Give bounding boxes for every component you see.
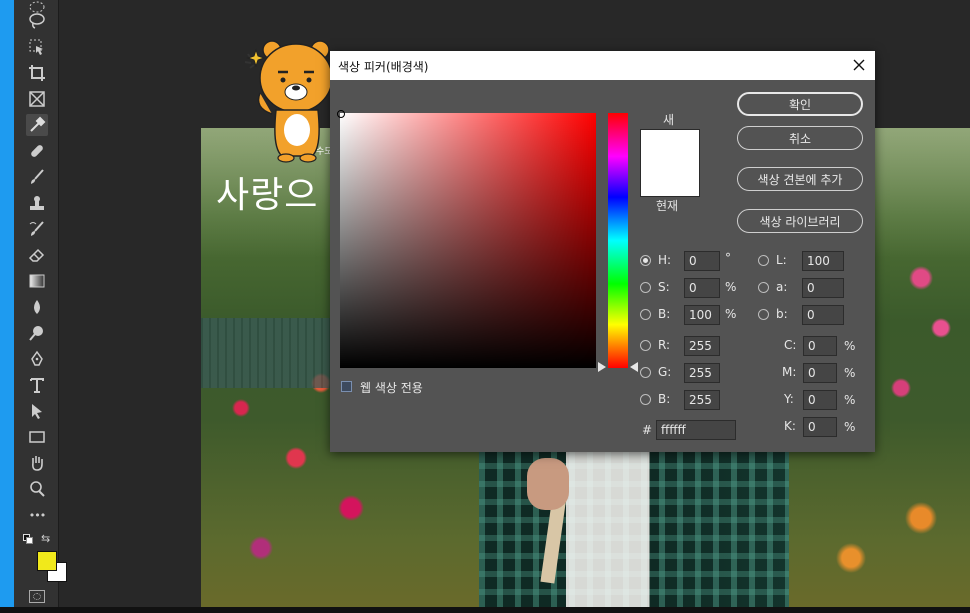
web-colors-only-label: 웹 색상 전용: [360, 381, 423, 395]
bottom-edge: [0, 607, 970, 613]
input-y[interactable]: 0: [803, 390, 837, 410]
history-brush-tool-icon[interactable]: [26, 218, 48, 240]
brush-tool-icon[interactable]: [26, 166, 48, 188]
eraser-tool-icon[interactable]: [26, 244, 48, 266]
label-g: G:: [658, 365, 672, 379]
healing-brush-tool-icon[interactable]: [26, 140, 48, 162]
swap-colors-icon[interactable]: ⇆: [41, 532, 50, 545]
input-s[interactable]: 0: [684, 278, 720, 298]
radio-g[interactable]: [640, 367, 651, 378]
label-k: K:: [784, 419, 796, 433]
radio-lab-b[interactable]: [758, 309, 769, 320]
lasso-tool-icon[interactable]: [26, 10, 48, 32]
hue-slider[interactable]: [608, 113, 628, 368]
hand-tool-icon[interactable]: [26, 452, 48, 474]
color-picker-dialog: 색상 피커(배경색) 새 현재 확인 취소 색상 견본에 추가 색상 라이브러리…: [330, 51, 875, 452]
cancel-button[interactable]: 취소: [737, 126, 863, 150]
label-l: L:: [776, 253, 787, 267]
dialog-titlebar[interactable]: 색상 피커(배경색): [330, 51, 875, 80]
more-tools-icon[interactable]: •••: [26, 504, 48, 526]
unit-m: %: [844, 366, 856, 380]
color-field[interactable]: [340, 113, 596, 368]
input-c[interactable]: 0: [803, 336, 837, 356]
input-r[interactable]: 255: [684, 336, 720, 356]
input-h[interactable]: 0: [684, 251, 720, 271]
preview-current-label: 현재: [656, 199, 679, 213]
radio-l[interactable]: [758, 255, 769, 266]
radio-r[interactable]: [640, 340, 651, 351]
radio-b[interactable]: [640, 309, 651, 320]
hue-slider-right-arrow-icon[interactable]: [630, 362, 638, 372]
preview-new-color: [640, 129, 700, 197]
default-colors-icon[interactable]: [23, 534, 33, 544]
label-a: a:: [776, 280, 788, 294]
quick-mask-icon[interactable]: [29, 590, 45, 603]
gradient-tool-icon[interactable]: [26, 270, 48, 292]
clone-stamp-tool-icon[interactable]: [26, 192, 48, 214]
unit-b: %: [725, 307, 737, 321]
frame-tool-icon[interactable]: [26, 88, 48, 110]
input-l[interactable]: 100: [802, 251, 844, 271]
character-sticker: [244, 40, 333, 163]
label-h: H:: [658, 253, 672, 267]
blur-tool-icon[interactable]: [26, 296, 48, 318]
type-tool-icon[interactable]: [26, 374, 48, 396]
label-hex: #: [642, 423, 653, 437]
zoom-tool-icon[interactable]: [26, 478, 48, 500]
canvas-title-text: 사랑으: [216, 175, 319, 216]
tools-panel: ••• ⇆: [14, 0, 67, 613]
label-b: B:: [658, 307, 671, 321]
radio-h[interactable]: [640, 255, 651, 266]
ok-button[interactable]: 확인: [737, 92, 863, 116]
label-r: R:: [658, 338, 671, 352]
unit-s: %: [725, 280, 737, 294]
radio-blue[interactable]: [640, 394, 651, 405]
label-c: C:: [784, 338, 797, 352]
input-g[interactable]: 255: [684, 363, 720, 383]
eyedropper-tool-icon[interactable]: [26, 114, 48, 136]
photo-person: [479, 450, 789, 613]
crop-tool-icon[interactable]: [26, 62, 48, 84]
add-to-swatches-button[interactable]: 색상 견본에 추가: [737, 167, 863, 191]
web-colors-only-checkbox[interactable]: [341, 381, 352, 392]
input-m[interactable]: 0: [803, 363, 837, 383]
label-m: M:: [782, 365, 797, 379]
label-lab-b: b:: [776, 307, 788, 321]
dodge-tool-icon[interactable]: [26, 322, 48, 344]
preview-new-label: 새: [663, 113, 675, 127]
label-blue: B:: [658, 392, 671, 406]
radio-a[interactable]: [758, 282, 769, 293]
unit-y: %: [844, 393, 856, 407]
close-icon[interactable]: [849, 55, 869, 75]
input-k[interactable]: 0: [803, 417, 837, 437]
pen-tool-icon[interactable]: [26, 348, 48, 370]
path-selection-tool-icon[interactable]: [26, 400, 48, 422]
input-blue[interactable]: 255: [684, 390, 720, 410]
unit-c: %: [844, 339, 856, 353]
color-libraries-button[interactable]: 색상 라이브러리: [737, 209, 863, 233]
object-selection-tool-icon[interactable]: [26, 36, 48, 58]
input-hex[interactable]: ffffff: [656, 420, 736, 440]
radio-s[interactable]: [640, 282, 651, 293]
dialog-title: 색상 피커(배경색): [338, 60, 429, 74]
input-a[interactable]: 0: [802, 278, 844, 298]
window-edge: [0, 0, 14, 613]
photo-hand: [527, 458, 569, 510]
input-b[interactable]: 100: [684, 305, 720, 325]
unit-h: °: [725, 251, 731, 265]
color-field-marker[interactable]: [337, 110, 345, 118]
input-lab-b[interactable]: 0: [802, 305, 844, 325]
rectangle-tool-icon[interactable]: [26, 426, 48, 448]
label-s: S:: [658, 280, 670, 294]
foreground-color-swatch[interactable]: [37, 551, 57, 571]
label-y: Y:: [784, 392, 794, 406]
unit-k: %: [844, 420, 856, 434]
hue-slider-left-arrow-icon[interactable]: [598, 362, 606, 372]
